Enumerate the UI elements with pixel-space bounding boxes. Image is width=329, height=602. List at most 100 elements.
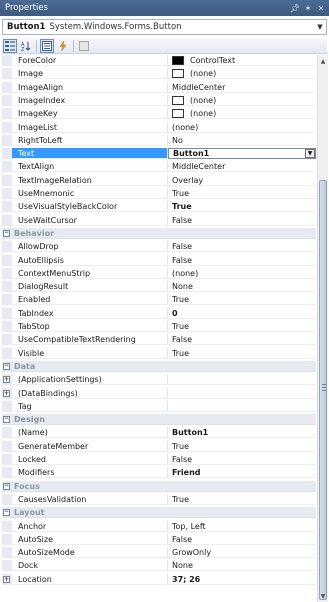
scrollbar-thumb[interactable] [319,180,327,600]
property-value[interactable]: True [168,321,316,332]
property-row-imagekey[interactable]: ImageKey (none) [2,108,316,119]
property-row-modifiers[interactable]: Modifiers Friend [2,467,316,478]
property-row-databindings[interactable]: + (DataBindings) [2,388,316,399]
property-value[interactable]: (none) [168,108,316,119]
property-value[interactable]: True [168,188,316,199]
pin-icon[interactable]: 📌︎ [290,2,300,14]
property-row-autosizemode[interactable]: AutoSizeMode GrowOnly [2,547,316,558]
property-row-tabindex[interactable]: TabIndex 0 [2,308,316,319]
property-row-image[interactable]: Image (none) [2,68,316,79]
property-grid[interactable]: ForeColor ControlText Image (none) ImageAlig… [2,55,316,602]
properties-button[interactable] [40,38,54,53]
property-row-dialogresult[interactable]: DialogResult None [2,281,316,292]
collapse-icon[interactable]: − [3,508,10,516]
property-value[interactable]: Overlay [168,175,316,186]
property-value[interactable]: True [168,201,316,212]
category-layout[interactable]: − Layout [2,507,316,518]
property-value[interactable]: (none) [168,95,316,106]
expand-icon[interactable]: + [3,390,10,397]
row-gutter [2,255,12,266]
categorized-button[interactable] [3,38,17,53]
property-value[interactable]: MiddleCenter [168,82,316,93]
category-data[interactable]: − Data [2,361,316,372]
collapse-icon[interactable]: − [3,362,10,370]
property-row-autoellipsis[interactable]: AutoEllipsis False [2,255,316,266]
property-value[interactable]: (none) [168,122,316,133]
dropdown-arrow-icon[interactable]: ▼ [305,149,315,158]
property-row-tabstop[interactable]: TabStop True [2,321,316,332]
property-row-contextmenustrip[interactable]: ContextMenuStrip (none) [2,268,316,279]
property-value[interactable]: False [168,534,316,545]
property-row-tag[interactable]: Tag [2,401,316,412]
property-row-visible[interactable]: Visible True [2,348,316,359]
property-row-causesvalidation[interactable]: CausesValidation True [2,494,316,505]
category-design[interactable]: − Design [2,414,316,425]
property-value[interactable]: 0 [168,308,316,319]
property-value[interactable]: True [168,494,316,505]
property-value[interactable]: True [168,348,316,359]
property-row-autosize[interactable]: AutoSize False [2,534,316,545]
property-row-forecolor[interactable]: ForeColor ControlText [2,55,316,66]
property-value[interactable]: GrowOnly [168,547,316,558]
property-row-enabled[interactable]: Enabled True [2,294,316,305]
property-pages-button[interactable] [77,39,91,53]
property-row-allowdrop[interactable]: AllowDrop False [2,241,316,252]
property-row-textimagerelation[interactable]: TextImageRelation Overlay [2,175,316,186]
property-row-applicationsettings[interactable]: + (ApplicationSettings) [2,374,316,385]
object-selector[interactable]: Button1 System.Windows.Forms.Button ▼ [2,19,327,35]
alphabetical-button[interactable]: A Z [19,39,33,53]
property-value-editor[interactable]: Button1 ▼ [168,148,316,159]
property-value[interactable]: False [168,241,316,252]
property-row-usemnemonic[interactable]: UseMnemonic True [2,188,316,199]
scroll-down-icon[interactable]: ▼ [318,591,328,601]
property-row-locked[interactable]: Locked False [2,454,316,465]
category-behavior[interactable]: − Behavior [2,228,316,239]
property-row-textalign[interactable]: TextAlign MiddleCenter [2,161,316,172]
property-row-imagelist[interactable]: ImageList (none) [2,122,316,133]
property-row-usecompatibletextrendering[interactable]: UseCompatibleTextRendering False [2,334,316,345]
property-value[interactable]: No [168,135,316,146]
property-value[interactable]: Friend [168,467,316,478]
scroll-up-icon[interactable]: ▲ [318,56,328,66]
property-row-imagealign[interactable]: ImageAlign MiddleCenter [2,82,316,93]
property-row-righttoleft[interactable]: RightToLeft No [2,135,316,146]
property-value[interactable]: True [168,294,316,305]
property-value[interactable]: None [168,560,316,571]
property-value[interactable]: False [168,454,316,465]
property-value[interactable]: Button1 [168,427,316,438]
auto-hide-icon[interactable]: ✶ [303,2,313,14]
property-value[interactable]: False [168,334,316,345]
property-value[interactable]: Top, Left [168,521,316,532]
close-icon[interactable]: ✕ [316,2,326,14]
category-focus[interactable]: − Focus [2,481,316,492]
events-button[interactable] [56,39,70,53]
property-row-location[interactable]: + Location 37; 26 [2,574,316,585]
collapse-icon[interactable]: − [3,229,10,237]
property-row-usevisualstylebackcolor[interactable]: UseVisualStyleBackColor True [2,201,316,212]
property-value[interactable]: ControlText [168,55,316,66]
property-value[interactable] [168,388,316,399]
property-value[interactable]: False [168,215,316,226]
chevron-down-icon[interactable]: ▼ [314,23,326,31]
property-value[interactable]: False [168,255,316,266]
property-value[interactable]: None [168,281,316,292]
property-value[interactable] [168,374,316,385]
property-value[interactable]: (none) [168,268,316,279]
property-row-generatemember[interactable]: GenerateMember True [2,441,316,452]
collapse-icon[interactable]: − [3,415,10,423]
collapse-icon[interactable]: − [3,482,10,490]
expand-icon[interactable]: + [3,376,10,383]
property-value[interactable]: MiddleCenter [168,161,316,172]
property-row-text[interactable]: Text Button1 ▼ [2,148,316,159]
property-row-anchor[interactable]: Anchor Top, Left [2,521,316,532]
property-value[interactable]: True [168,441,316,452]
property-value[interactable] [168,401,316,412]
property-row-imageindex[interactable]: ImageIndex (none) [2,95,316,106]
property-value[interactable]: (none) [168,68,316,79]
property-row-usewaitcursor[interactable]: UseWaitCursor False [2,215,316,226]
property-value[interactable]: 37; 26 [168,574,316,585]
vertical-scrollbar[interactable]: ▲ ▼ [317,55,328,602]
expand-icon[interactable]: + [3,576,10,583]
property-row-name[interactable]: (Name) Button1 [2,427,316,438]
property-row-dock[interactable]: Dock None [2,560,316,571]
